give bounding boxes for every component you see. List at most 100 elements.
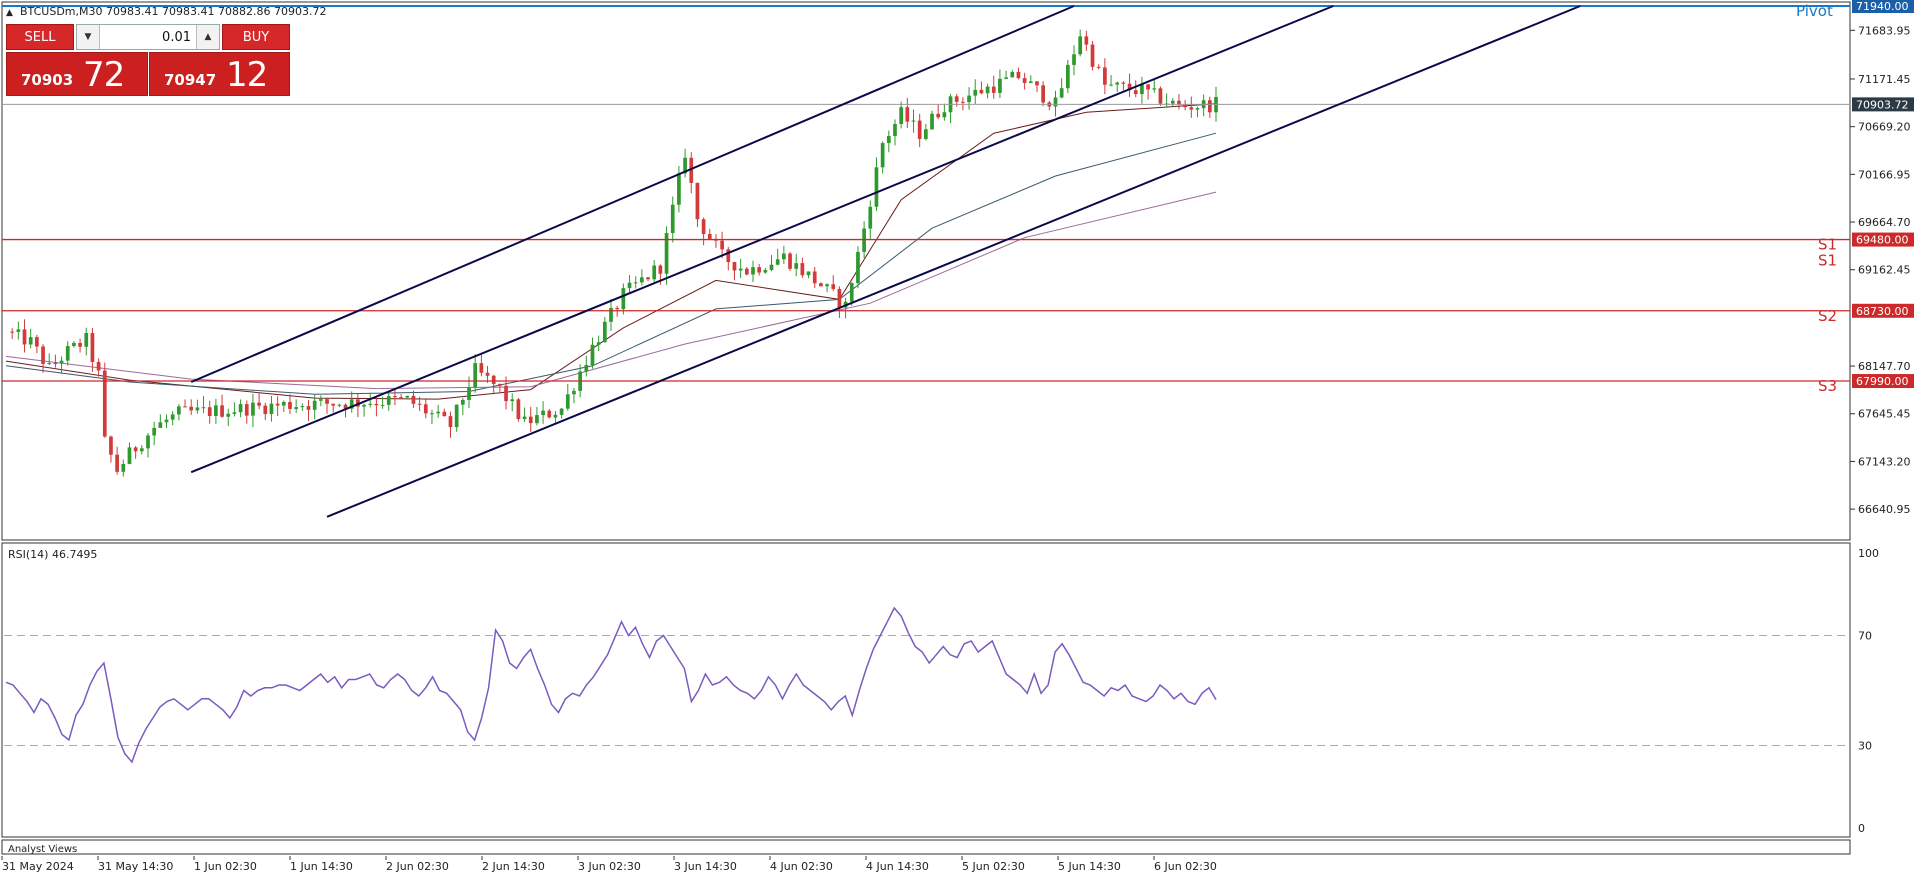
buy-button[interactable]: BUY (222, 24, 290, 50)
candle-body (158, 422, 163, 428)
chart-canvas[interactable]: 71940.00Pivot69480.00S1S168730.00S267990… (0, 0, 1916, 874)
candle-body (763, 269, 768, 273)
candle-body (115, 454, 119, 472)
price-tick-label: 70669.20 (1858, 121, 1911, 134)
candle-body (405, 395, 410, 398)
time-tick-label: 31 May 14:30 (98, 860, 173, 873)
lot-decrease-icon[interactable]: ▼ (77, 25, 100, 49)
candle-body (874, 167, 879, 207)
candle-body (430, 413, 434, 415)
candle-body (454, 404, 459, 428)
analyst-strip (1, 839, 1851, 855)
candle-body (35, 337, 39, 347)
candle-body (615, 308, 620, 310)
price-tick-label: 68147.70 (1858, 360, 1911, 373)
candle-body (109, 436, 113, 455)
candle-body (16, 329, 21, 332)
candle-body (528, 416, 533, 424)
candle-body (294, 407, 299, 409)
candle-body (923, 129, 928, 139)
candle-body (602, 321, 607, 343)
rsi-label: RSI(14) 46.7495 (8, 548, 97, 561)
lot-increase-icon[interactable]: ▲ (196, 25, 219, 49)
time-tick-label: 2 Jun 14:30 (482, 860, 545, 873)
candle-body (1158, 88, 1163, 104)
candle-body (510, 399, 515, 402)
candle-body (516, 399, 521, 420)
candle-body (90, 333, 95, 362)
candle-body (207, 407, 212, 416)
candle-body (1189, 107, 1194, 110)
sell-button[interactable]: SELL (6, 24, 74, 50)
candle-body (1121, 82, 1126, 84)
candle-body (800, 263, 805, 276)
candle-body (825, 284, 829, 287)
candle-body (281, 402, 286, 406)
candle-body (65, 345, 70, 361)
candle-body (954, 96, 959, 102)
candle-body (275, 403, 280, 406)
candle-body (442, 411, 447, 417)
candle-body (1022, 78, 1027, 83)
candle-body (121, 464, 126, 472)
candle-body (726, 249, 731, 263)
candle-body (930, 113, 934, 130)
symbol-line: BTCUSDm,M30 70983.41 70983.41 70882.86 7… (20, 5, 326, 18)
candle-body (1170, 100, 1175, 104)
candle-body (177, 406, 181, 415)
analyst-views-label[interactable]: Analyst Views (8, 844, 77, 855)
header-arrow-icon[interactable]: ▲ (6, 8, 13, 18)
candle-body (868, 206, 873, 229)
candle-body (22, 329, 27, 345)
candle-body (288, 402, 292, 409)
candle-body (991, 86, 996, 93)
buy-price-pips: 12 (226, 55, 268, 95)
candle-body (1072, 54, 1076, 65)
time-tick-label: 5 Jun 14:30 (1058, 860, 1121, 873)
candle-body (788, 253, 792, 269)
candle-body (214, 405, 218, 416)
candle-body (467, 387, 471, 400)
candle-body (565, 394, 570, 409)
level-price-label: 68730.00 (1856, 305, 1909, 318)
candle-body (1109, 84, 1113, 86)
candle-body (1195, 108, 1200, 110)
candle-body (300, 406, 305, 408)
candle-body (436, 411, 440, 414)
time-tick-label: 1 Jun 14:30 (290, 860, 353, 873)
candle-body (380, 404, 385, 406)
candle-body (917, 120, 922, 139)
candle-body (652, 265, 657, 280)
candle-body (973, 89, 978, 96)
one-click-trading-panel: SELL ▼ ▲ BUY 70903 72 70947 12 (6, 24, 290, 98)
rsi-tick-label: 0 (1858, 822, 1865, 835)
candle-body (53, 363, 58, 365)
candle-body (936, 113, 941, 118)
candle-body (806, 271, 811, 276)
price-tick-label: 67143.20 (1858, 455, 1911, 468)
candle-body (1065, 64, 1070, 89)
candle-body (905, 107, 910, 122)
sell-price-box[interactable]: 70903 72 (6, 52, 148, 96)
candle-body (1140, 84, 1144, 94)
candle-body (1010, 71, 1015, 78)
candle-body (640, 277, 644, 283)
price-tick-label: 66640.95 (1858, 503, 1911, 516)
candle-body (368, 403, 373, 405)
candle-body (535, 415, 539, 424)
lot-size-stepper[interactable]: ▼ ▲ (76, 24, 220, 50)
candle-body (232, 412, 237, 414)
candle-body (479, 363, 484, 373)
candle-body (1103, 67, 1107, 85)
candle-body (998, 78, 1002, 93)
candle-body (411, 395, 416, 404)
lot-size-input[interactable] (101, 25, 195, 49)
price-tick-label: 71683.95 (1858, 24, 1911, 37)
candle-body (979, 89, 984, 94)
price-tick-label: 67645.45 (1858, 408, 1911, 421)
candle-body (473, 363, 478, 388)
candle-body (1133, 90, 1138, 94)
candle-body (775, 259, 780, 265)
current-price-label: 70903.72 (1856, 98, 1909, 111)
buy-price-box[interactable]: 70947 12 (149, 52, 290, 96)
